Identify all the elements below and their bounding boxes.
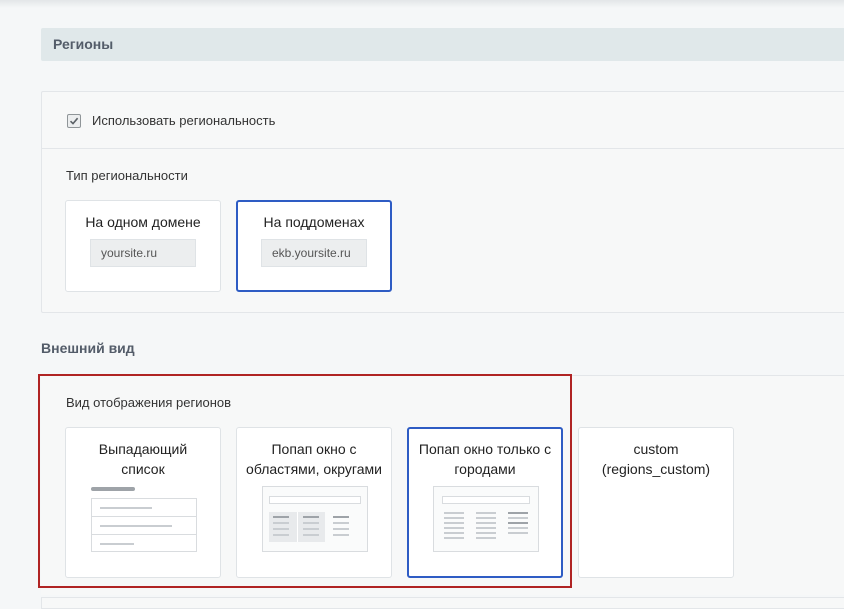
- use-regionality-checkbox[interactable]: [67, 114, 81, 128]
- option-subdomains-title: На поддоменах: [263, 214, 365, 230]
- option-custom[interactable]: custom (regions_custom): [578, 427, 734, 578]
- top-shadow: [0, 0, 844, 8]
- single-domain-example: yoursite.ru: [90, 239, 196, 267]
- regionality-type-label: Тип региональности: [66, 168, 188, 183]
- annotation-highlight-box: [38, 374, 572, 588]
- option-single-domain[interactable]: На одном домене yoursite.ru: [65, 200, 221, 292]
- section-header-regions: Регионы: [41, 28, 844, 61]
- checkmark-icon: [69, 117, 79, 125]
- use-regionality-row: Использовать региональность: [42, 92, 844, 149]
- bottom-panel: [41, 597, 844, 609]
- regionality-panel: Использовать региональность Тип регионал…: [41, 91, 844, 313]
- option-custom-title-line2: (regions_custom): [601, 461, 711, 477]
- appearance-divider: [571, 375, 844, 376]
- option-single-domain-title: На одном домене: [85, 214, 201, 230]
- subdomains-example: ekb.yoursite.ru: [261, 239, 367, 267]
- option-subdomains[interactable]: На поддоменах ekb.yoursite.ru: [236, 200, 392, 292]
- option-custom-title-line1: custom: [633, 441, 679, 457]
- use-regionality-label[interactable]: Использовать региональность: [92, 113, 275, 128]
- appearance-section-title: Внешний вид: [41, 340, 135, 356]
